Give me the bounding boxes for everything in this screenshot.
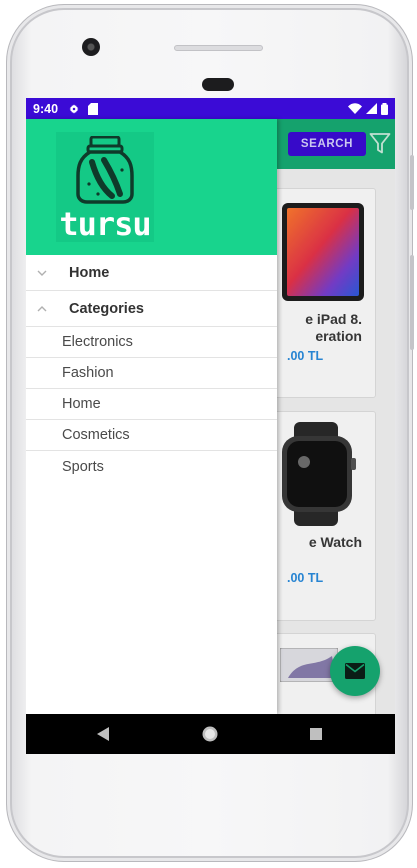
chevron-up-icon xyxy=(37,305,47,311)
recents-button[interactable] xyxy=(296,714,336,754)
cell-signal-icon xyxy=(366,103,377,114)
category-item-cosmetics[interactable]: Cosmetics xyxy=(26,420,277,451)
category-label: Sports xyxy=(62,458,104,475)
drawer-item-categories[interactable]: Categories xyxy=(26,291,277,327)
navigation-drawer: tursu Home Categories Electronics Fashio… xyxy=(26,119,277,714)
home-circle-icon xyxy=(202,726,218,742)
front-camera xyxy=(82,38,100,56)
back-button[interactable] xyxy=(83,714,123,754)
sd-card-icon xyxy=(88,102,99,115)
category-item-sports[interactable]: Sports xyxy=(26,451,277,482)
home-button[interactable] xyxy=(190,714,230,754)
status-time: 9:40 xyxy=(33,101,59,116)
category-label: Electronics xyxy=(62,334,133,350)
settings-gear-icon xyxy=(69,104,79,113)
category-label: Home xyxy=(62,396,101,412)
status-bar: 9:40 xyxy=(26,98,395,119)
device-screen: 9:40 SEARCH e iPad 8. eration .00 TL e W… xyxy=(26,98,395,754)
category-label: Cosmetics xyxy=(62,427,130,443)
category-item-fashion[interactable]: Fashion xyxy=(26,358,277,389)
recents-square-icon xyxy=(310,728,322,740)
pickle-jar-icon xyxy=(76,136,134,204)
app-logo: tursu xyxy=(56,132,154,242)
back-triangle-icon xyxy=(97,727,109,741)
logo-text: tursu xyxy=(59,205,151,243)
top-speaker-grille xyxy=(174,45,263,51)
battery-icon xyxy=(381,102,388,115)
volume-button xyxy=(410,155,414,210)
drawer-item-home[interactable]: Home xyxy=(26,255,277,291)
chevron-down-icon xyxy=(37,270,47,276)
category-item-home[interactable]: Home xyxy=(26,389,277,420)
system-nav-bar xyxy=(26,714,395,754)
drawer-header: tursu xyxy=(26,119,277,255)
drawer-item-label: Home xyxy=(69,264,110,281)
category-item-electronics[interactable]: Electronics xyxy=(26,327,277,358)
wifi-icon xyxy=(348,103,362,114)
category-label: Fashion xyxy=(62,365,114,381)
power-button xyxy=(410,255,414,350)
drawer-item-label: Categories xyxy=(69,300,144,317)
earpiece-sensor xyxy=(202,78,234,91)
